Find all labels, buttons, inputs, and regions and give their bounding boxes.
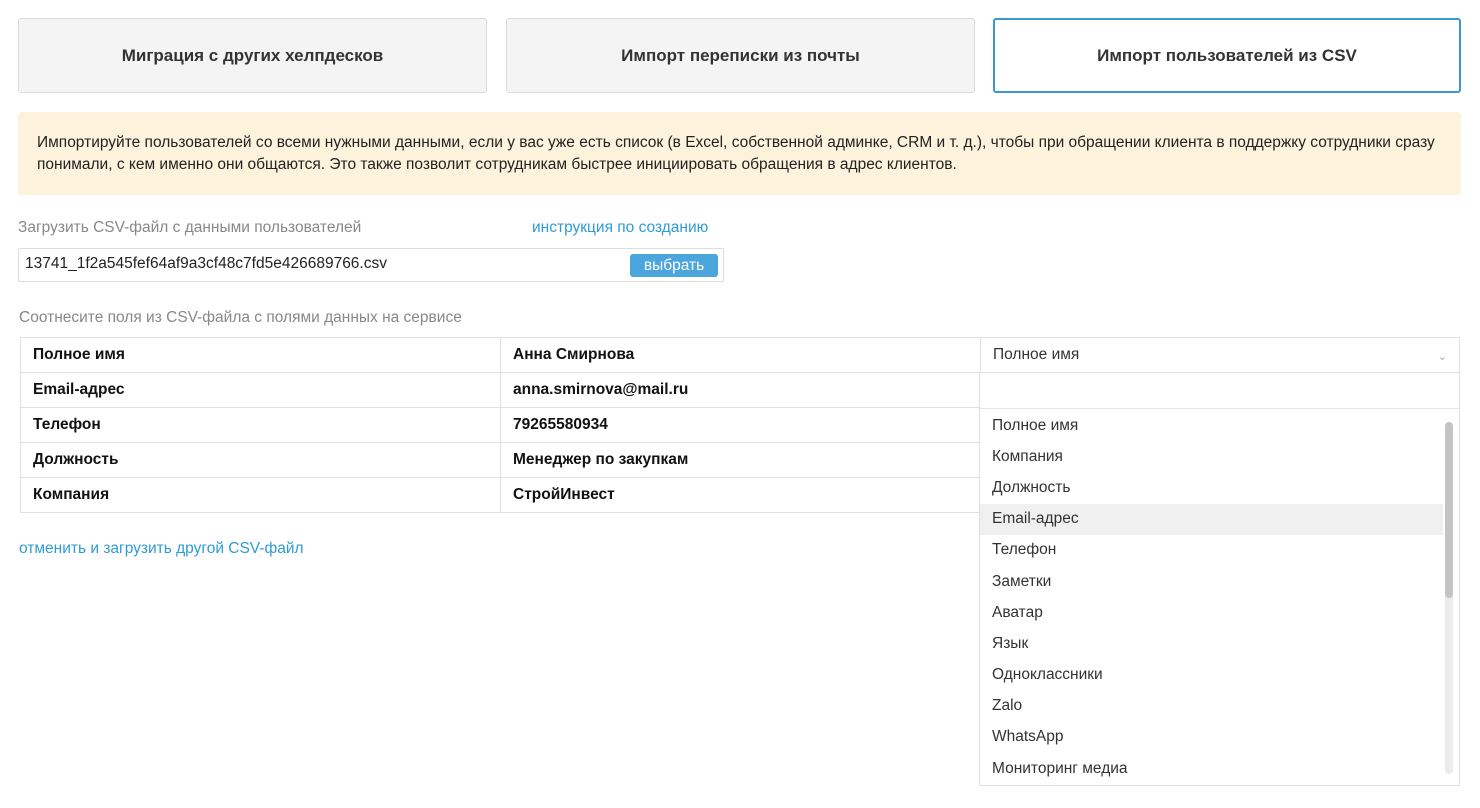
- csv-field-value: Менеджер по закупкам: [501, 443, 981, 478]
- dropdown-option[interactable]: Компания: [980, 441, 1443, 472]
- tab-csv-import[interactable]: Импорт пользователей из CSV: [993, 18, 1461, 93]
- dropdown-option[interactable]: Полное имя: [980, 410, 1443, 441]
- csv-field-value: anna.smirnova@mail.ru: [501, 373, 981, 408]
- target-field-value: Полное имя: [993, 346, 1080, 363]
- upload-label: Загрузить CSV-файл с данными пользовател…: [18, 219, 362, 236]
- csv-field-value: Анна Смирнова: [501, 338, 981, 373]
- file-input[interactable]: 13741_1f2a545fef64af9a3cf48c7fd5e4266897…: [18, 248, 724, 282]
- csv-field-name: Компания: [21, 478, 501, 513]
- cancel-upload-link[interactable]: отменить и загрузить другой CSV-файл: [19, 540, 304, 558]
- dropdown-search-input[interactable]: [980, 373, 1459, 409]
- dropdown-option[interactable]: Одноклассники: [980, 660, 1443, 691]
- target-field-select[interactable]: Полное имя ⌄: [981, 338, 1460, 373]
- mapping-label: Соотнесите поля из CSV-файла с полями да…: [19, 309, 462, 326]
- csv-field-name: Полное имя: [21, 338, 501, 373]
- dropdown-option[interactable]: Аватар: [980, 597, 1443, 628]
- dropdown-scrollbar[interactable]: [1445, 422, 1453, 774]
- file-name: 13741_1f2a545fef64af9a3cf48c7fd5e4266897…: [25, 255, 387, 272]
- dropdown-option[interactable]: Телефон: [980, 535, 1443, 566]
- dropdown-option[interactable]: WhatsApp: [980, 722, 1443, 753]
- dropdown-option[interactable]: Мониторинг медиа: [980, 753, 1443, 784]
- target-field-dropdown[interactable]: Полное имя Компания Должность Email-адре…: [979, 372, 1460, 786]
- csv-field-value: 79265580934: [501, 408, 981, 443]
- dropdown-option[interactable]: Язык: [980, 628, 1443, 659]
- dropdown-option-highlighted[interactable]: Email-адрес: [980, 503, 1443, 535]
- table-row: Полное имя Анна Смирнова Полное имя ⌄: [21, 338, 1460, 373]
- info-notice: Импортируйте пользователей со всеми нужн…: [18, 112, 1461, 195]
- dropdown-options: Полное имя Компания Должность Email-адре…: [980, 410, 1459, 784]
- choose-file-button[interactable]: выбрать: [630, 254, 718, 277]
- tab-helpdesk-migration[interactable]: Миграция с других хелпдесков: [18, 18, 487, 93]
- csv-field-name: Телефон: [21, 408, 501, 443]
- csv-field-name: Email-адрес: [21, 373, 501, 408]
- import-tabs: Миграция с других хелпдесков Импорт пере…: [18, 18, 1461, 93]
- tab-mail-import[interactable]: Импорт переписки из почты: [506, 18, 975, 93]
- dropdown-option[interactable]: Zalo: [980, 691, 1443, 722]
- scrollbar-thumb[interactable]: [1445, 422, 1453, 598]
- dropdown-option[interactable]: Заметки: [980, 566, 1443, 597]
- dropdown-option[interactable]: Должность: [980, 472, 1443, 503]
- csv-field-name: Должность: [21, 443, 501, 478]
- csv-field-value: СтройИнвест: [501, 478, 981, 513]
- chevron-down-icon: ⌄: [1437, 351, 1447, 363]
- instruction-link[interactable]: инструкция по созданию: [532, 219, 708, 237]
